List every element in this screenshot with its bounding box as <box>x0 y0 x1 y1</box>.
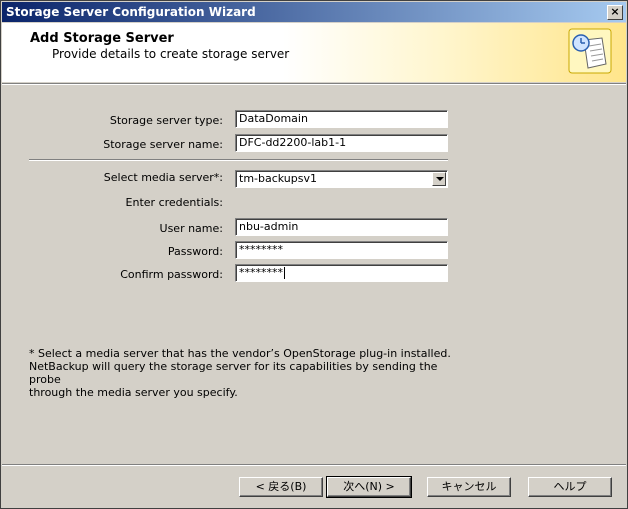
user-name-label: User name: <box>159 222 223 235</box>
note-line: NetBackup will query the storage server … <box>29 360 438 386</box>
chevron-down-icon[interactable] <box>432 172 446 186</box>
password-label: Password: <box>167 245 223 258</box>
media-server-value: tm-backupsv1 <box>239 172 317 185</box>
confirm-password-field[interactable]: ******** <box>235 264 448 282</box>
wizard-document-clock-icon <box>568 28 612 74</box>
user-name-field[interactable]: nbu-admin <box>235 218 448 236</box>
text-caret <box>284 267 285 279</box>
confirm-password-value: ******** <box>239 266 283 279</box>
wizard-window: Storage Server Configuration Wizard × Ad… <box>0 0 628 509</box>
back-button[interactable]: < 戻る(B) <box>239 477 323 497</box>
window-title: Storage Server Configuration Wizard <box>6 5 256 19</box>
storage-server-name-field[interactable]: DFC-dd2200-lab1-1 <box>235 134 448 152</box>
media-server-note: * Select a media server that has the ven… <box>29 347 459 399</box>
storage-server-name-label: Storage server name: <box>103 138 223 151</box>
page-title: Add Storage Server <box>30 31 174 46</box>
footer-divider <box>2 464 626 466</box>
help-button[interactable]: ヘルプ <box>528 477 612 497</box>
title-bar[interactable]: Storage Server Configuration Wizard × <box>2 2 626 22</box>
cancel-button[interactable]: キャンセル <box>427 477 511 497</box>
media-server-select[interactable]: tm-backupsv1 <box>235 170 448 188</box>
confirm-password-label: Confirm password: <box>120 268 223 281</box>
page-subtitle: Provide details to create storage server <box>52 47 290 61</box>
password-field[interactable]: ******** <box>235 241 448 259</box>
storage-server-type-label: Storage server type: <box>109 114 223 127</box>
close-button[interactable]: × <box>607 5 623 20</box>
form-divider <box>29 159 448 161</box>
next-button[interactable]: 次へ(N) > <box>326 476 412 498</box>
credentials-label: Enter credentials: <box>125 196 223 209</box>
header-divider <box>2 83 626 85</box>
storage-server-type-field[interactable]: DataDomain <box>235 110 448 128</box>
wizard-header: Add Storage Server Provide details to cr… <box>2 23 626 82</box>
note-line: * Select a media server that has the ven… <box>29 347 451 360</box>
media-server-label: Select media server*: <box>103 171 223 184</box>
note-line: through the media server you specify. <box>29 386 238 399</box>
